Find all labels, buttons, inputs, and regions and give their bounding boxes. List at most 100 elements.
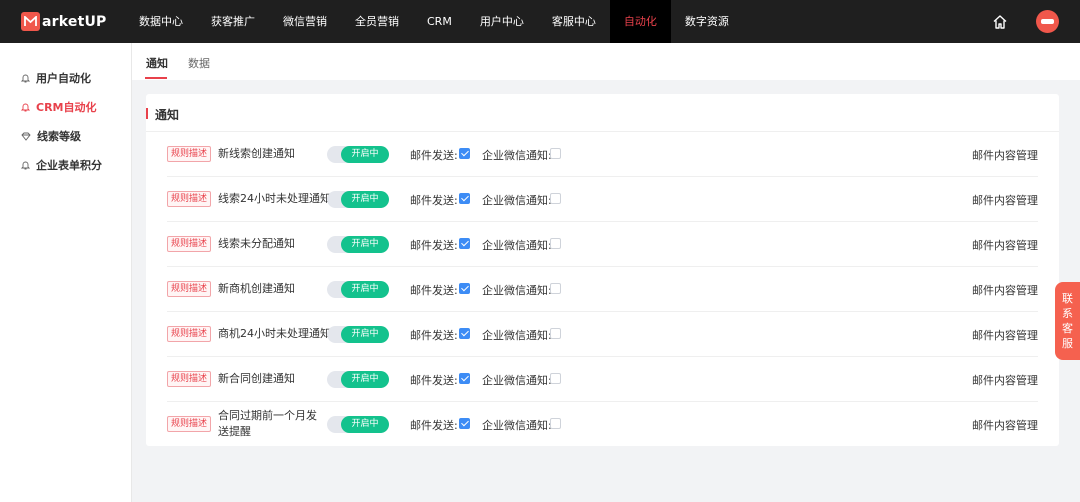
active-tab-indicator	[145, 77, 167, 79]
notification-row: 规则描述 商机24小时未处理通知 开启中 邮件发送: 企业微信通知: 邮件内容管…	[167, 312, 1038, 357]
sidebar: 用户自动化 CRM自动化 线索等级 企业表单积分	[0, 43, 132, 502]
notification-row: 规则描述 线索24小时未处理通知 开启中 邮件发送: 企业微信通知: 邮件内容管…	[167, 177, 1038, 222]
rule-description-badge[interactable]: 规则描述	[167, 281, 212, 297]
home-icon[interactable]	[991, 13, 1009, 31]
toggle-state: 开启中	[341, 326, 389, 343]
notification-row: 规则描述 新合同创建通知 开启中 邮件发送: 企业微信通知: 邮件内容管理	[167, 357, 1038, 402]
rule-description-badge[interactable]: 规则描述	[167, 236, 212, 252]
mail-send-label: 邮件发送:	[410, 284, 458, 297]
notification-name: 新合同创建通知	[218, 372, 295, 385]
nav-item-crm[interactable]: CRM	[413, 0, 466, 43]
sidebar-item-form-points[interactable]: 企业表单积分	[21, 155, 102, 175]
sidebar-item-label: 线索等级	[37, 130, 81, 143]
mail-send-label: 邮件发送:	[410, 419, 458, 432]
notification-name: 新线索创建通知	[218, 147, 295, 160]
mail-content-manage-link[interactable]: 邮件内容管理	[972, 327, 1038, 343]
sidebar-item-label: CRM自动化	[36, 101, 97, 114]
sidebar-item-label: 企业表单积分	[36, 159, 102, 172]
mail-content-manage-link[interactable]: 邮件内容管理	[972, 237, 1038, 253]
rule-description-badge[interactable]: 规则描述	[167, 416, 212, 432]
mail-send-label: 邮件发送:	[410, 194, 458, 207]
notification-name: 线索24小时未处理通知	[218, 192, 331, 205]
wecom-notify-label: 企业微信通知:	[482, 194, 552, 207]
sidebar-item-user-automation[interactable]: 用户自动化	[21, 68, 91, 88]
logo-text: arketUP	[42, 13, 107, 30]
nav-item-digital-assets[interactable]: 数字资源	[671, 0, 743, 43]
top-navigation-bar: arketUP 数据中心 获客推广 微信营销 全员营销 CRM 用户中心 客服中…	[0, 0, 1080, 43]
mail-send-checkbox[interactable]	[459, 373, 470, 384]
contact-support-button[interactable]: 联系客服	[1055, 282, 1080, 360]
mail-send-checkbox[interactable]	[459, 328, 470, 339]
brand-logo[interactable]: arketUP	[21, 12, 125, 31]
mail-content-manage-link[interactable]: 邮件内容管理	[972, 147, 1038, 163]
enable-toggle[interactable]: 开启中	[327, 281, 389, 298]
wecom-notify-label: 企业微信通知:	[482, 284, 552, 297]
notification-row: 规则描述 线索未分配通知 开启中 邮件发送: 企业微信通知: 邮件内容管理	[167, 222, 1038, 267]
notification-row: 规则描述 新商机创建通知 开启中 邮件发送: 企业微信通知: 邮件内容管理	[167, 267, 1038, 312]
wecom-notify-checkbox[interactable]	[550, 328, 561, 339]
title-accent-bar	[146, 108, 148, 119]
enable-toggle[interactable]: 开启中	[327, 326, 389, 343]
avatar-logo-icon	[1041, 19, 1054, 24]
contact-label-char: 服	[1062, 337, 1073, 350]
wecom-notify-label: 企业微信通知:	[482, 239, 552, 252]
rule-description-badge[interactable]: 规则描述	[167, 146, 212, 162]
mail-send-label: 邮件发送:	[410, 329, 458, 342]
nav-item-automation[interactable]: 自动化	[609, 0, 671, 43]
nav-item-all-staff-marketing[interactable]: 全员营销	[341, 0, 413, 43]
notification-name: 线索未分配通知	[218, 237, 295, 250]
toggle-state: 开启中	[341, 146, 389, 163]
tab-data[interactable]: 数据	[188, 55, 210, 71]
wecom-notify-checkbox[interactable]	[550, 283, 561, 294]
notification-name: 新商机创建通知	[218, 282, 295, 295]
wecom-notify-label: 企业微信通知:	[482, 419, 552, 432]
nav-item-user-center[interactable]: 用户中心	[466, 0, 538, 43]
diamond-icon	[21, 132, 31, 141]
enable-toggle[interactable]: 开启中	[327, 191, 389, 208]
enable-toggle[interactable]: 开启中	[327, 416, 389, 433]
enable-toggle[interactable]: 开启中	[327, 236, 389, 253]
wecom-notify-label: 企业微信通知:	[482, 329, 552, 342]
tab-notification[interactable]: 通知	[146, 55, 168, 71]
toggle-state: 开启中	[341, 416, 389, 433]
wecom-notify-checkbox[interactable]	[550, 373, 561, 384]
mail-content-manage-link[interactable]: 邮件内容管理	[972, 282, 1038, 298]
wecom-notify-checkbox[interactable]	[550, 418, 561, 429]
wecom-notify-checkbox[interactable]	[550, 238, 561, 249]
bell-icon	[21, 161, 30, 170]
mail-send-checkbox[interactable]	[459, 418, 470, 429]
mail-send-checkbox[interactable]	[459, 148, 470, 159]
rule-description-badge[interactable]: 规则描述	[167, 326, 212, 342]
nav-item-service-center[interactable]: 客服中心	[538, 0, 610, 43]
enable-toggle[interactable]: 开启中	[327, 371, 389, 388]
nav-item-data-center[interactable]: 数据中心	[125, 0, 197, 43]
mail-send-checkbox[interactable]	[459, 283, 470, 294]
mail-content-manage-link[interactable]: 邮件内容管理	[972, 372, 1038, 388]
toggle-state: 开启中	[341, 371, 389, 388]
tab-bar: 通知 数据	[132, 43, 1080, 80]
mail-send-checkbox[interactable]	[459, 238, 470, 249]
wecom-notify-label: 企业微信通知:	[482, 149, 552, 162]
contact-label-char: 系	[1062, 307, 1073, 320]
wecom-notify-checkbox[interactable]	[550, 148, 561, 159]
mail-content-manage-link[interactable]: 邮件内容管理	[972, 417, 1038, 433]
contact-label-char: 联	[1062, 292, 1073, 305]
sidebar-item-lead-grade[interactable]: 线索等级	[21, 126, 81, 146]
notification-name: 商机24小时未处理通知	[218, 327, 331, 340]
card-header: 通知	[146, 94, 1059, 132]
sidebar-item-crm-automation[interactable]: CRM自动化	[21, 97, 97, 117]
rule-description-badge[interactable]: 规则描述	[167, 371, 212, 387]
mail-send-checkbox[interactable]	[459, 193, 470, 204]
nav-item-acquisition[interactable]: 获客推广	[197, 0, 269, 43]
nav-item-wechat-marketing[interactable]: 微信营销	[269, 0, 341, 43]
mail-send-label: 邮件发送:	[410, 149, 458, 162]
user-avatar[interactable]	[1036, 10, 1059, 33]
mail-send-label: 邮件发送:	[410, 374, 458, 387]
bell-icon	[21, 74, 30, 83]
notification-card: 通知 规则描述 新线索创建通知 开启中 邮件发送: 企业微信通知: 邮件内容管理…	[146, 94, 1059, 446]
mail-content-manage-link[interactable]: 邮件内容管理	[972, 192, 1038, 208]
wecom-notify-checkbox[interactable]	[550, 193, 561, 204]
rule-description-badge[interactable]: 规则描述	[167, 191, 212, 207]
toggle-state: 开启中	[341, 236, 389, 253]
enable-toggle[interactable]: 开启中	[327, 146, 389, 163]
